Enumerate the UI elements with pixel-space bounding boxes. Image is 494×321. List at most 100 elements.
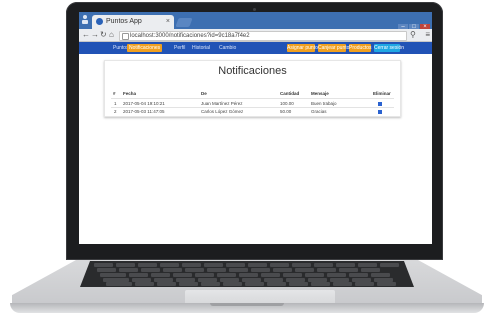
keyboard-key [336,263,355,267]
nav-link-cambio[interactable]: Cambio [219,44,236,52]
nav-link-historial[interactable]: Historial [192,44,210,52]
keyboard-key [380,263,399,267]
keyboard-key [223,282,242,286]
keyboard-key [358,263,377,267]
keyboard-key [314,263,333,267]
keyboard-key [182,263,201,267]
keyboard-key [129,273,148,277]
notifications-panel: Notificaciones # Fecha De Cantidad Mensa… [104,60,401,117]
keyboard-key [245,282,264,286]
column-header-number: # [113,91,116,96]
table-cell-amount: 50.00 [280,109,292,114]
column-header-message: Mensaje [311,91,329,96]
browser-tab[interactable]: Puntos App × [92,15,174,29]
keyboard-key [371,273,390,277]
delete-icon[interactable] [378,102,382,106]
keyboard-key [138,263,157,267]
new-tab-button[interactable] [175,18,193,27]
keyboard-key [201,282,220,286]
keyboard-key [305,273,324,277]
browser-toolbar: ← → ↻ ⌂ localhost:3000/notificaciones?id… [79,29,432,42]
table-cell-message: Gracias [311,109,327,114]
logout-button[interactable]: Cerrar sesión [374,44,404,52]
keyboard-key [239,273,258,277]
table-cell-number: 2 [114,109,117,114]
keyboard-key [116,263,135,267]
keyboard-key [94,263,113,267]
browser-tabbar: Puntos App × – □ × [79,12,432,31]
favicon-icon [96,18,103,25]
keyboard-key [229,268,248,272]
keyboard-key [151,273,170,277]
table-cell-from: Carlos López Gómez [201,109,244,114]
column-header-amount: Cantidad [280,91,300,96]
keyboard-key [261,273,280,277]
screen: Puntos App × – □ × ← → ↻ ⌂ localhost:3000/… [79,12,432,244]
table-cell-date: 2017-05-03 11:47:05 [123,109,165,114]
keyboard-key [283,273,302,277]
keyboard-key [179,282,198,286]
keyboard-key [361,268,380,272]
keyboard-key [204,263,223,267]
keyboard-key [163,268,182,272]
lid-notch [210,303,284,306]
tab-title: Puntos App [106,18,142,25]
keyboard-key [97,268,116,272]
keyboard-key [327,273,346,277]
back-arrow-icon[interactable]: ← [82,30,90,40]
keyboard-key [135,282,154,286]
assign-points-button[interactable]: Asignar puntos [287,44,320,52]
search-icon[interactable]: ⚲ [410,30,416,40]
home-icon[interactable]: ⌂ [109,30,114,40]
keyboard-key [377,282,396,286]
redeem-points-button[interactable]: Canjear puntos [318,44,352,52]
column-header-delete: Eliminar [373,91,391,96]
keyboard-key [355,282,374,286]
column-header-date: Fecha [123,91,137,96]
keyboard-key [248,263,267,267]
keyboard-key [292,263,311,267]
address-bar[interactable]: localhost:3000/notificaciones?id=9c18a7f… [119,31,407,41]
keyboard-key [270,263,289,267]
keyboard-key [207,268,226,272]
keyboard-key [119,268,138,272]
menu-icon[interactable]: ≡ [425,30,430,40]
keyboard-key [195,273,214,277]
table-divider [111,98,394,99]
forward-arrow-icon[interactable]: → [91,30,99,40]
keyboard-key [160,263,179,267]
profile-icon[interactable] [81,14,89,25]
keyboard-key [317,268,336,272]
window-controls: – □ × [397,15,430,31]
page-title: Notificaciones [218,65,287,77]
camera-icon [253,8,256,11]
keyboard-key [267,282,286,286]
keyboard-key [106,282,132,286]
keyboard-key [251,268,270,272]
keyboard [80,261,414,287]
address-text: localhost:3000/notificaciones?id=9c18a7f… [130,33,250,39]
keyboard-key [157,282,176,286]
keyboard-key [289,282,308,286]
keyboard-key [226,263,245,267]
reload-icon[interactable]: ↻ [100,30,107,40]
keyboard-key [141,268,160,272]
laptop: Puntos App × – □ × ← → ↻ ⌂ localhost:3000/… [0,0,494,321]
page-info-icon [122,33,129,40]
keyboard-key [333,282,352,286]
keyboard-key [100,273,126,277]
nav-link-notificaciones[interactable]: Notificaciones [127,44,163,52]
tab-close-icon[interactable]: × [166,17,170,26]
nav-link-perfil[interactable]: Perfil [174,44,185,52]
keyboard-key [349,273,368,277]
keyboard-key [273,268,292,272]
keyboard-key [173,273,192,277]
keyboard-key [295,268,314,272]
keyboard-key [217,273,236,277]
products-button[interactable]: Productos [349,44,372,52]
app-navbar: Puntos Notificaciones Perfil Historial C… [79,42,432,54]
keyboard-key [185,268,204,272]
column-header-from: De [201,91,207,96]
keyboard-key [311,282,330,286]
delete-icon[interactable] [378,110,382,114]
